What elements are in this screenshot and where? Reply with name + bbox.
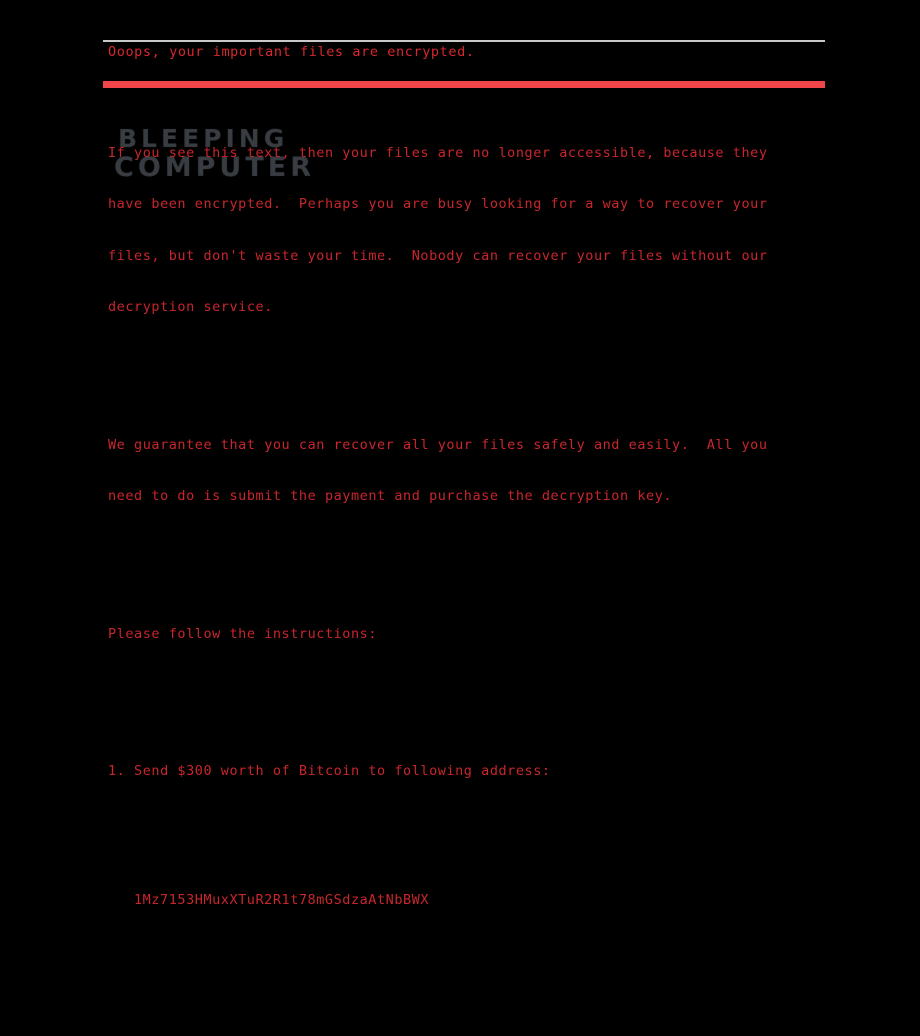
guarantee-line-2: need to do is submit the payment and pur… (108, 488, 673, 505)
guarantee-line-1: We guarantee that you can recover all yo… (108, 436, 768, 453)
instructions-heading: Please follow the instructions: (108, 625, 378, 642)
page-title: Ooops, your important files are encrypte… (108, 44, 475, 60)
intro-line-4: decryption service. (108, 299, 273, 316)
console-output: Ooops, your important files are encrypte… (0, 0, 920, 908)
message-body: If you see this text, then your files ar… (108, 93, 918, 1036)
accent-bar (103, 81, 825, 88)
intro-line-3: files, but don't waste your time. Nobody… (108, 247, 768, 264)
bitcoin-address[interactable]: 1Mz7153HMuxXTuR2R1t78mGSdzaAtNbBWX (108, 892, 918, 909)
intro-line-2: have been encrypted. Perhaps you are bus… (108, 196, 768, 213)
instruction-step-1: 1. Send $300 worth of Bitcoin to followi… (108, 763, 551, 780)
top-divider-rule (103, 40, 825, 42)
intro-line-1: If you see this text, then your files ar… (108, 144, 768, 161)
ransomware-lock-screen: BLEEPING COMPUTER Ooops, your important … (0, 0, 920, 908)
